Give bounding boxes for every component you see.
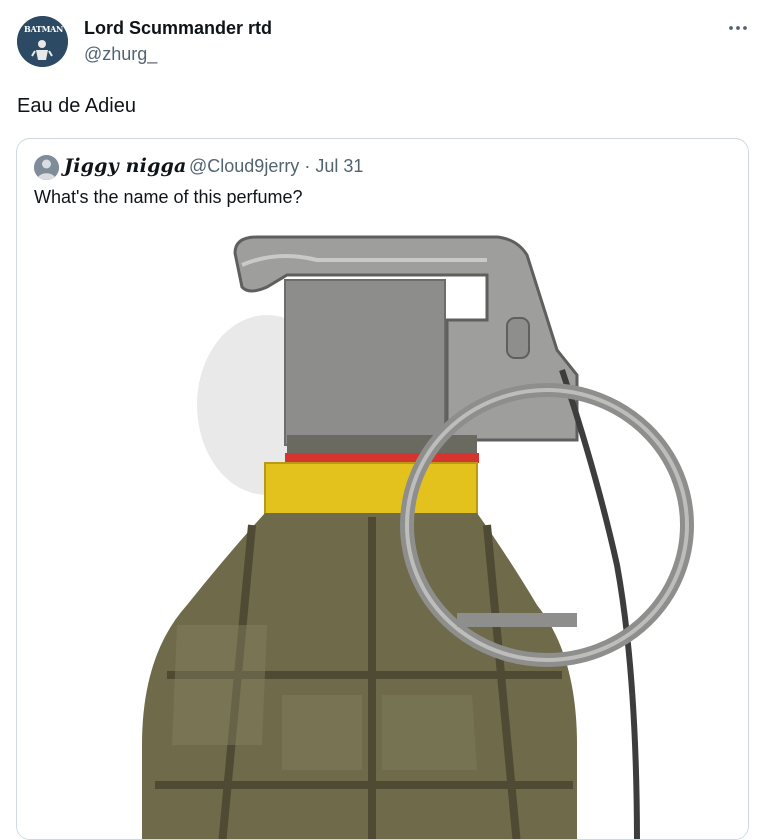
quoted-author-display-name[interactable]: Jiggy nigga: [64, 155, 187, 177]
quoted-tweet-meta: @Cloud9jerry · Jul 31: [189, 156, 363, 177]
user-avatar-icon: [34, 155, 59, 180]
quoted-tweet-text: What's the name of this perfume?: [34, 187, 303, 207]
avatar-text: BATMAN: [24, 24, 64, 34]
quoted-author-avatar[interactable]: [34, 155, 59, 180]
author-avatar[interactable]: BATMAN: [17, 16, 68, 67]
more-horizontal-icon[interactable]: [724, 14, 752, 42]
author-display-name[interactable]: Lord Scummander rtd: [84, 18, 272, 39]
quoted-tweet-date[interactable]: Jul 31: [315, 156, 363, 176]
grenade-photo[interactable]: [17, 225, 748, 840]
quoted-author-handle[interactable]: @Cloud9jerry: [189, 156, 299, 176]
author-handle[interactable]: @zhurg_: [84, 44, 157, 65]
tweet-text: Eau de Adieu: [17, 95, 136, 117]
quoted-tweet-card[interactable]: Jiggy nigga @Cloud9jerry · Jul 31 What's t…: [16, 138, 749, 840]
meta-separator: ·: [304, 156, 311, 176]
